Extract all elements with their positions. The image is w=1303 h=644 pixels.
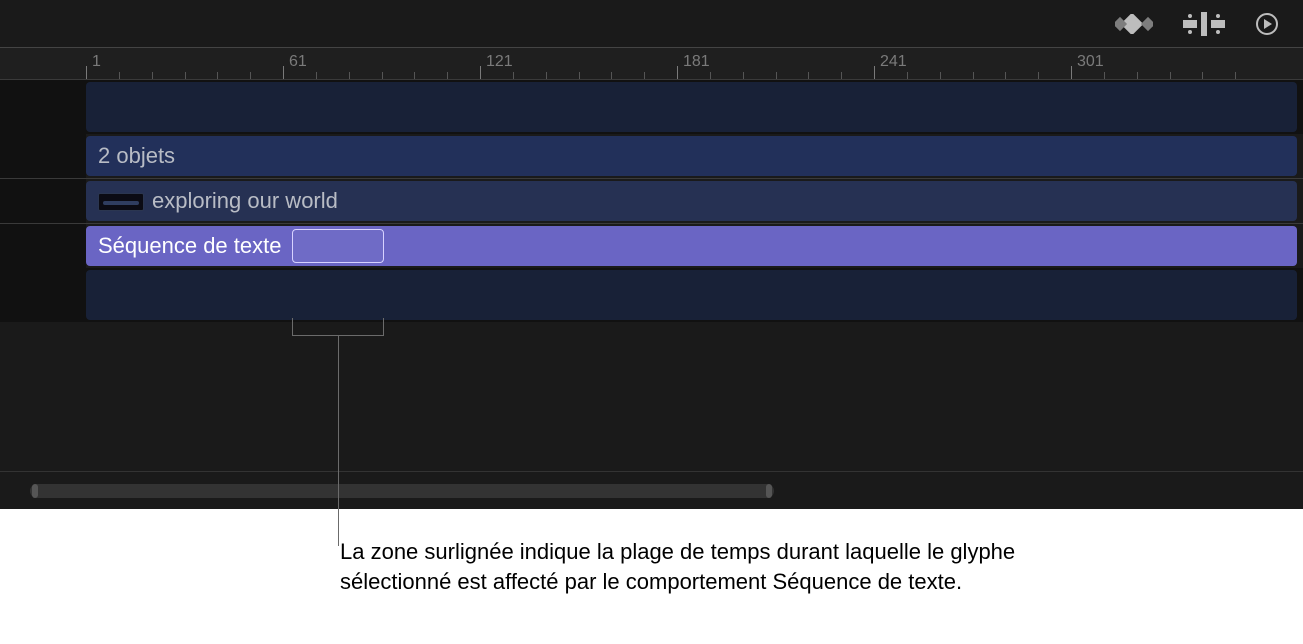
ruler-minor-tick: [1104, 72, 1105, 80]
ruler-minor-tick: [1235, 72, 1236, 80]
behavior-track-row[interactable]: Séquence de texte: [0, 224, 1303, 268]
callout-leader-line: [338, 336, 339, 546]
ruler-minor-tick: [119, 72, 120, 80]
ruler-minor-tick: [152, 72, 153, 80]
group-clip[interactable]: 2 objets: [86, 136, 1297, 176]
playback-icon[interactable]: [1255, 12, 1279, 36]
track-gutter: [0, 224, 86, 268]
ruler-minor-tick: [579, 72, 580, 80]
ruler-minor-tick: [546, 72, 547, 80]
ruler-minor-tick: [1005, 72, 1006, 80]
ruler-minor-tick: [644, 72, 645, 80]
ruler-minor-tick: [250, 72, 251, 80]
ruler-minor-tick: [1202, 72, 1203, 80]
text-track-row[interactable]: exploring our world: [0, 179, 1303, 223]
ruler-minor-tick: [973, 72, 974, 80]
ruler-tick-label: 61: [289, 53, 307, 71]
behavior-clip[interactable]: Séquence de texte: [86, 226, 1297, 266]
ruler-minor-tick: [743, 72, 744, 80]
ruler-minor-tick: [808, 72, 809, 80]
snap-icon[interactable]: [1183, 12, 1225, 36]
ruler-tick-label: 301: [1077, 53, 1104, 71]
group-track-row[interactable]: 2 objets: [0, 134, 1303, 178]
keyframe-editor-icon[interactable]: [1115, 14, 1153, 34]
ruler-minor-tick: [217, 72, 218, 80]
ruler-minor-tick: [447, 72, 448, 80]
ruler-tick-label: 181: [683, 53, 710, 71]
ruler-minor-tick: [940, 72, 941, 80]
group-clip-label: 2 objets: [98, 143, 175, 169]
ruler-minor-tick: [710, 72, 711, 80]
track-gutter: [0, 80, 86, 134]
timeline-panel: 1 61 121 181 241 301 2 objets: [0, 0, 1303, 509]
track-spacer: [0, 80, 1303, 134]
ruler-minor-tick: [1170, 72, 1171, 80]
ruler-minor-tick: [414, 72, 415, 80]
scroll-handle-right[interactable]: [766, 484, 772, 498]
text-clip-thumbnail-icon: [98, 193, 144, 211]
text-clip-text: exploring our world: [152, 188, 338, 213]
behavior-clip-label: Séquence de texte: [98, 233, 281, 259]
caption-area: La zone surlignée indique la plage de te…: [0, 509, 1303, 644]
ruler-minor-tick: [382, 72, 383, 80]
track-gutter: [0, 179, 86, 223]
ruler-minor-tick: [513, 72, 514, 80]
timeline-toolbar: [0, 0, 1303, 48]
ruler-minor-tick: [776, 72, 777, 80]
timeline-tracks: 2 objets exploring our world Séquence de…: [0, 80, 1303, 416]
track-gutter: [0, 268, 86, 322]
scroll-handle-left[interactable]: [32, 484, 38, 498]
glyph-time-range-highlight[interactable]: [292, 229, 384, 263]
timeline-ruler[interactable]: 1 61 121 181 241 301: [0, 48, 1303, 80]
outer-group-clip-tail[interactable]: [86, 270, 1297, 320]
ruler-tick-label: 1: [92, 53, 101, 71]
horizontal-scroll-region: [0, 471, 1303, 509]
ruler-minor-tick: [611, 72, 612, 80]
callout-caption: La zone surlignée indique la plage de te…: [340, 537, 1040, 596]
ruler-tick-label: 121: [486, 53, 513, 71]
ruler-minor-tick: [1137, 72, 1138, 80]
ruler-minor-tick: [185, 72, 186, 80]
track-gutter: [0, 322, 86, 416]
outer-group-clip[interactable]: [86, 82, 1297, 132]
track-gutter: [0, 134, 86, 178]
ruler-minor-tick: [349, 72, 350, 80]
text-clip[interactable]: exploring our world: [86, 181, 1297, 221]
text-clip-label: exploring our world: [98, 188, 338, 214]
ruler-minor-tick: [316, 72, 317, 80]
horizontal-scroll-track[interactable]: [30, 484, 774, 498]
ruler-minor-tick: [841, 72, 842, 80]
empty-area: [0, 322, 1303, 416]
ruler-minor-tick: [1038, 72, 1039, 80]
ruler-minor-tick: [907, 72, 908, 80]
callout-bracket: [292, 318, 384, 336]
ruler-tick-label: 241: [880, 53, 907, 71]
track-spacer: [0, 268, 1303, 322]
